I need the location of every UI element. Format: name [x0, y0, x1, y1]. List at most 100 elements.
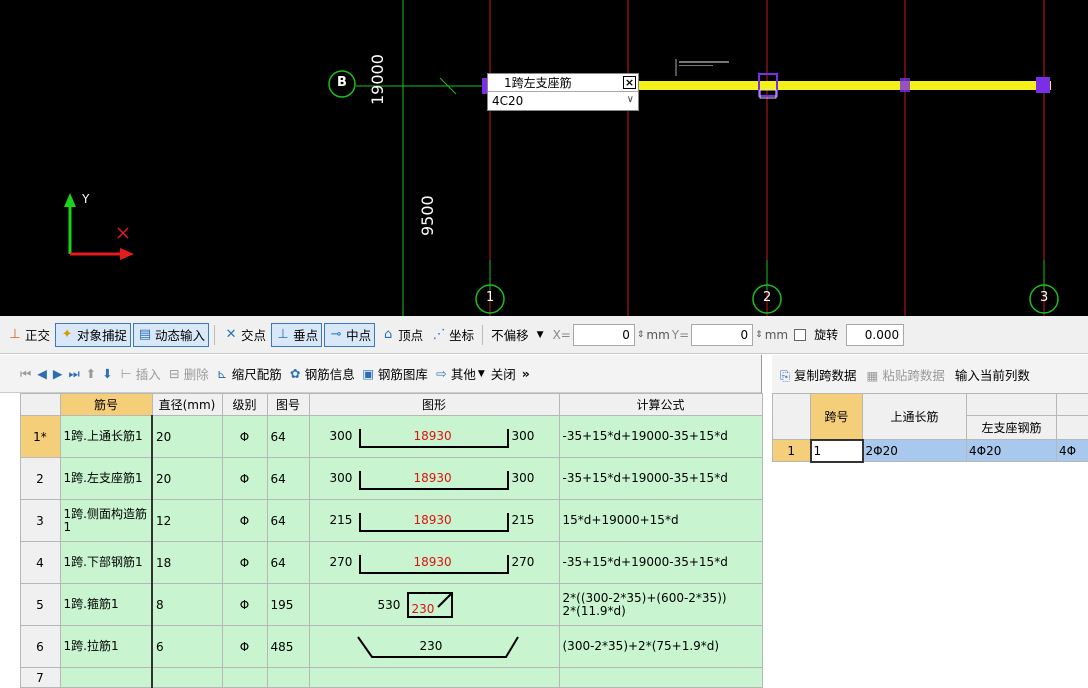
diameter-cell[interactable]: 8	[152, 584, 222, 626]
formula-cell[interactable]: 15*d+19000+15*d	[559, 500, 762, 542]
last-record-icon[interactable]: ⏭	[69, 366, 80, 382]
bar-no-cell[interactable]: 1跨.下部钢筋1	[60, 542, 152, 584]
insert-button[interactable]: ⊢插入	[119, 364, 161, 383]
col-span-no[interactable]: 跨号	[811, 394, 863, 440]
bar-no-cell[interactable]: 1跨.上通长筋1	[60, 416, 152, 458]
input-columns-button[interactable]: 输入当前列数	[955, 365, 1030, 384]
grade-cell[interactable]: Φ	[222, 542, 267, 584]
bar-no-cell[interactable]	[60, 668, 152, 688]
figure-no-cell[interactable]: 195	[267, 584, 309, 626]
shape-cell[interactable]: 270 18930 270	[309, 542, 559, 584]
bar-no-cell[interactable]: 1跨.拉筋1	[60, 626, 152, 668]
chevron-down-icon[interactable]: ∨	[627, 94, 634, 105]
row-number[interactable]: 2	[20, 458, 60, 500]
coordinate-button[interactable]: ⋰坐标	[428, 323, 477, 347]
move-up-icon[interactable]: ⬆	[86, 366, 96, 381]
midpoint-button[interactable]: ⊸中点	[324, 323, 375, 347]
next-record-icon[interactable]: ▶	[53, 366, 63, 381]
span-row[interactable]: 1 1 2Φ20 4Φ20 4Φ	[773, 440, 1088, 462]
table-row[interactable]: 6 1跨.拉筋1 6 Φ 485 230 (300-2*35)+2*(75+1.…	[0, 626, 762, 668]
perpendicular-button[interactable]: ⊥垂点	[271, 323, 322, 347]
rebar-info-button[interactable]: ✿钢筋信息	[288, 364, 355, 383]
diameter-cell[interactable]: 6	[152, 626, 222, 668]
row-number[interactable]: 1*	[20, 416, 60, 458]
move-down-icon[interactable]: ⬇	[102, 366, 112, 381]
row-number[interactable]: 5	[20, 584, 60, 626]
shape-cell[interactable]: 300 18930 300	[309, 458, 559, 500]
row-number[interactable]: 6	[20, 626, 60, 668]
figure-no-cell[interactable]: 64	[267, 542, 309, 584]
cad-canvas[interactable]: B 19000 9500 1 2 3 Y 1跨左支座筋 × 4C20 ∨	[0, 0, 1088, 316]
col-figure-no[interactable]: 图号	[267, 394, 309, 416]
left-support-cell[interactable]: 4Φ20	[967, 440, 1057, 462]
paste-span-button[interactable]: ▦ 粘贴跨数据	[867, 365, 945, 384]
table-row[interactable]: 2 1跨.左支座筋1 20 Φ 64 300 18930 300 -35+15*…	[0, 458, 762, 500]
table-row[interactable]: 4 1跨.下部钢筋1 18 Φ 64 270 18930 270 -35+15*…	[0, 542, 762, 584]
shape-cell[interactable]: 230	[309, 626, 559, 668]
col-left-support[interactable]: 左支座钢筋	[967, 416, 1057, 440]
object-snap-button[interactable]: ✦对象捕捉	[55, 323, 131, 347]
formula-cell[interactable]: -35+15*d+19000-35+15*d	[559, 416, 762, 458]
picker-select[interactable]: 4C20 ∨	[488, 92, 638, 110]
diameter-cell[interactable]: 18	[152, 542, 222, 584]
delete-button[interactable]: ⊟删除	[167, 364, 209, 383]
intersection-button[interactable]: ✕交点	[220, 323, 269, 347]
grade-cell[interactable]	[222, 668, 267, 688]
formula-cell[interactable]: -35+15*d+19000-35+15*d	[559, 542, 762, 584]
formula-cell[interactable]: 2*((300-2*35)+(600-2*35))2*(11.9*d)	[559, 584, 762, 626]
table-row[interactable]: 1* 1跨.上通长筋1 20 Φ 64 300 18930 300 -35+15…	[0, 416, 762, 458]
col-bar-no[interactable]: 筋号	[60, 394, 152, 416]
bar-no-cell[interactable]: 1跨.左支座筋1	[60, 458, 152, 500]
shape-cell[interactable]: 300 18930 300	[309, 416, 559, 458]
close-panel-button[interactable]: 关闭	[491, 364, 516, 383]
table-row[interactable]: 5 1跨.箍筋1 8 Φ 195 530 230 2*((300-2*35)+(…	[0, 584, 762, 626]
prev-record-icon[interactable]: ◀	[37, 366, 47, 381]
grade-cell[interactable]: Φ	[222, 416, 267, 458]
col-top-through[interactable]: 上通长筋	[863, 394, 967, 440]
row-number[interactable]: 3	[20, 500, 60, 542]
table-row[interactable]: 3 1跨.侧面构造筋1 12 Φ 64 215 18930 215 15*d+1…	[0, 500, 762, 542]
scale-rebar-button[interactable]: ⊾缩尺配筋	[215, 364, 282, 383]
vertex-button[interactable]: ⌂顶点	[377, 323, 426, 347]
grade-cell[interactable]: Φ	[222, 584, 267, 626]
top-through-cell[interactable]: 2Φ20	[863, 440, 967, 462]
figure-no-cell[interactable]	[267, 668, 309, 688]
offset-dropdown[interactable]: 不偏移▼	[488, 323, 546, 347]
next-cell[interactable]: 4Φ	[1057, 440, 1088, 462]
diameter-cell[interactable]: 20	[152, 416, 222, 458]
rotate-input[interactable]: 0.000	[846, 324, 904, 346]
rotate-checkbox[interactable]	[794, 329, 806, 341]
y-input[interactable]: 0	[691, 324, 753, 346]
rebar-picker-popup[interactable]: 1跨左支座筋 × 4C20 ∨	[487, 73, 639, 111]
formula-cell[interactable]: -35+15*d+19000-35+15*d	[559, 458, 762, 500]
col-diameter[interactable]: 直径(mm)	[152, 394, 222, 416]
x-input[interactable]: 0	[573, 324, 635, 346]
figure-no-cell[interactable]: 64	[267, 458, 309, 500]
shape-cell[interactable]: 530 230	[309, 584, 559, 626]
diameter-cell[interactable]: 20	[152, 458, 222, 500]
bar-no-cell[interactable]: 1跨.箍筋1	[60, 584, 152, 626]
diameter-cell[interactable]	[152, 668, 222, 688]
span-no-cell[interactable]: 1	[811, 440, 863, 462]
dynamic-input-button[interactable]: ▤动态输入	[133, 323, 209, 347]
rebar-library-button[interactable]: ▣钢筋图库	[361, 364, 428, 383]
other-menu-button[interactable]: ⇨其他▼	[434, 364, 485, 383]
table-row[interactable]: 7	[0, 668, 762, 688]
first-record-icon[interactable]: ⏮	[20, 366, 31, 382]
row-number[interactable]: 4	[20, 542, 60, 584]
col-formula[interactable]: 计算公式	[559, 394, 762, 416]
grade-cell[interactable]: Φ	[222, 458, 267, 500]
x-spinner-icon[interactable]: ⇕	[637, 330, 645, 340]
y-spinner-icon[interactable]: ⇕	[755, 330, 763, 340]
figure-no-cell[interactable]: 485	[267, 626, 309, 668]
grade-cell[interactable]: Φ	[222, 626, 267, 668]
close-icon[interactable]: ×	[623, 76, 636, 89]
figure-no-cell[interactable]: 64	[267, 416, 309, 458]
figure-no-cell[interactable]: 64	[267, 500, 309, 542]
formula-cell[interactable]: (300-2*35)+2*(75+1.9*d)	[559, 626, 762, 668]
copy-span-button[interactable]: ⎘ 复制跨数据	[780, 365, 857, 384]
row-number[interactable]: 7	[20, 668, 60, 688]
shape-cell[interactable]: 215 18930 215	[309, 500, 559, 542]
overflow-icon[interactable]: »	[522, 366, 530, 381]
bar-no-cell[interactable]: 1跨.侧面构造筋1	[60, 500, 152, 542]
